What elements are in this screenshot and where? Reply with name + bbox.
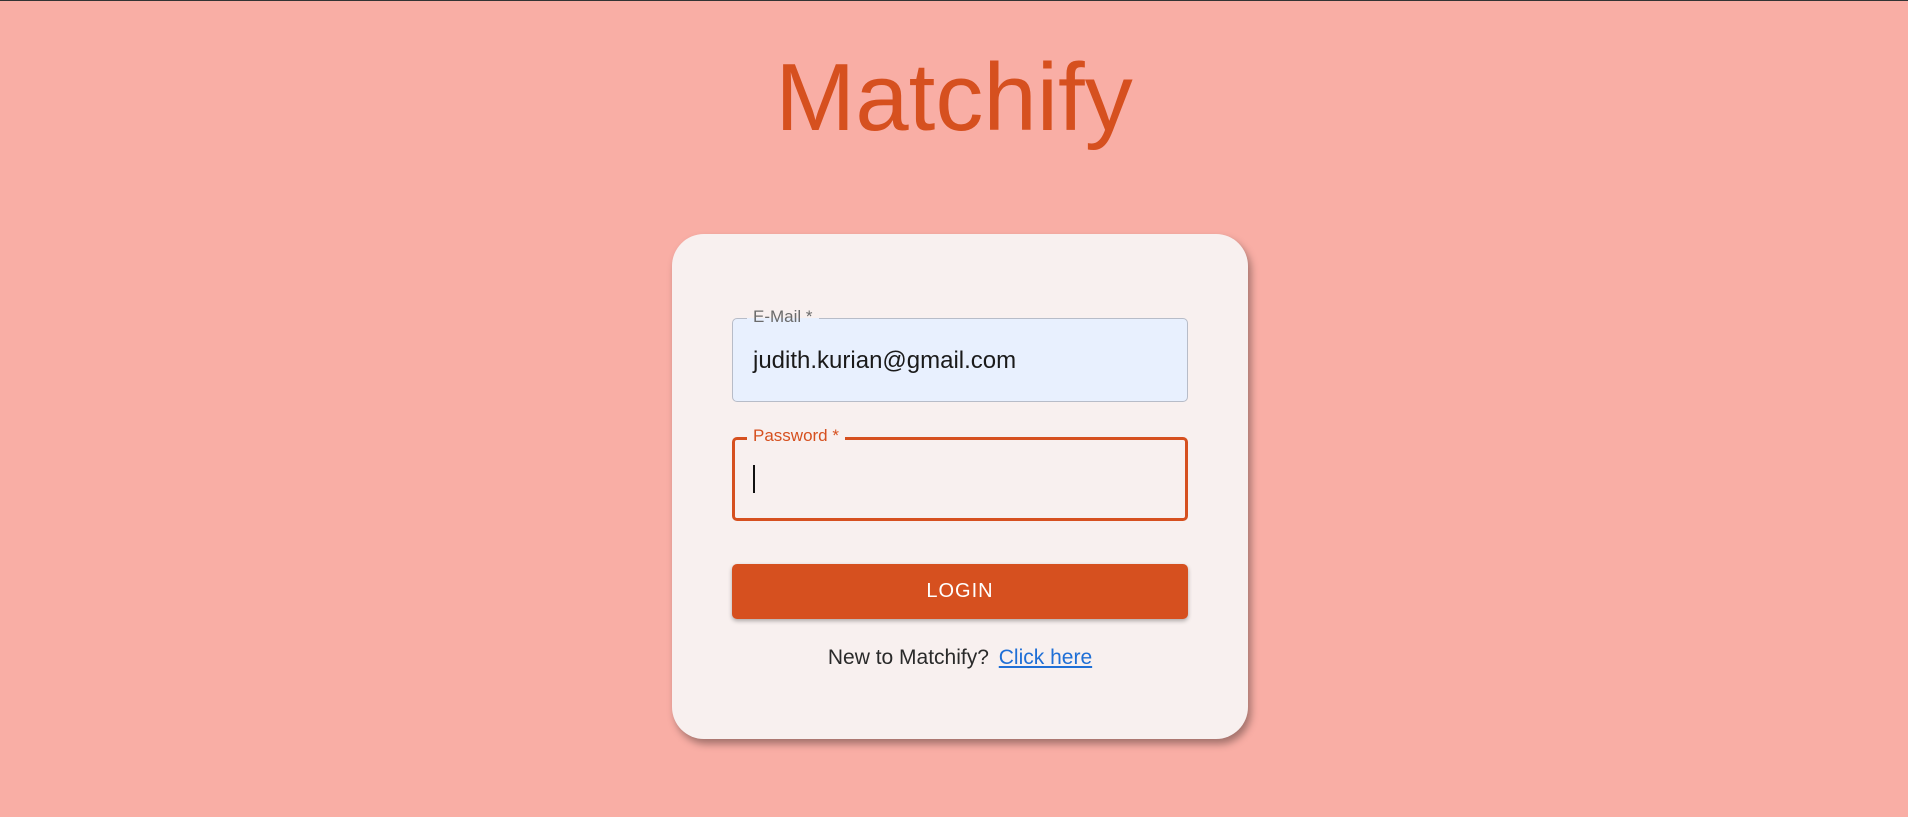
login-card: E-Mail * judith.kurian@gmail.com Passwor… — [672, 234, 1248, 739]
password-field[interactable]: Password * — [732, 425, 1188, 521]
email-field-value[interactable]: judith.kurian@gmail.com — [753, 346, 1016, 376]
text-cursor — [753, 465, 755, 493]
email-field[interactable]: E-Mail * judith.kurian@gmail.com — [732, 306, 1188, 402]
signup-link[interactable]: Click here — [999, 646, 1092, 669]
email-field-label: E-Mail * — [747, 306, 819, 328]
login-button[interactable]: LOGIN — [732, 564, 1188, 619]
signup-row: New to Matchify? Click here — [672, 645, 1248, 671]
app-title: Matchify — [775, 44, 1133, 151]
password-field-label: Password * — [747, 425, 845, 447]
signup-prompt: New to Matchify? — [827, 646, 989, 669]
